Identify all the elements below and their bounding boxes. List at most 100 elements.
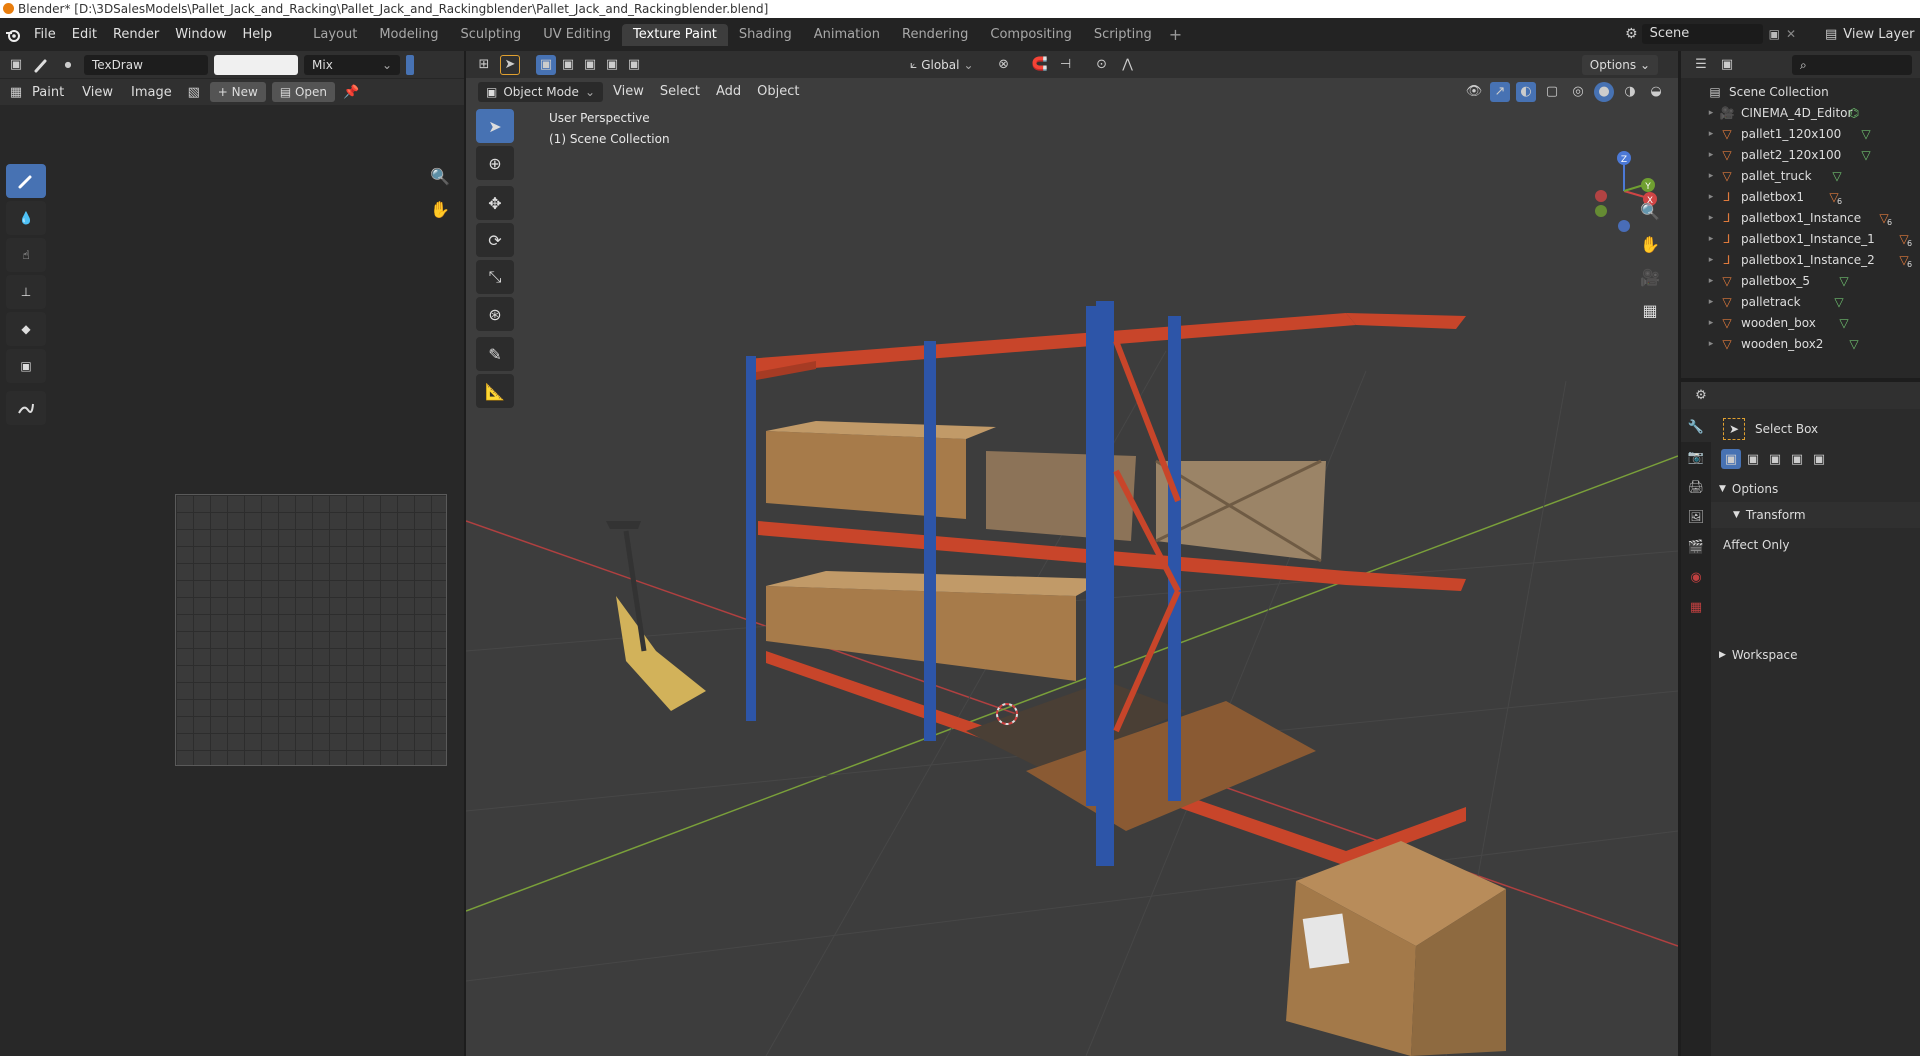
select-invert-icon[interactable]: ▣ <box>1787 449 1807 469</box>
remove-scene-icon[interactable]: ✕ <box>1786 27 1796 41</box>
editor-type-icon[interactable]: ☰ <box>1691 55 1711 75</box>
zoom-icon[interactable]: 🔍 <box>428 164 452 188</box>
draw-tool-icon[interactable] <box>6 164 46 198</box>
editor-type-icon[interactable]: ⚙ <box>1691 386 1711 406</box>
outliner-row[interactable]: ▸ ▽ palletbox_5 ▽ <box>1681 271 1920 292</box>
add-workspace-icon[interactable]: + <box>1163 24 1188 46</box>
wireframe-shading-icon[interactable]: ◎ <box>1568 82 1588 102</box>
snap-icon[interactable]: 🧲 <box>1030 55 1050 75</box>
uv-image-canvas[interactable] <box>175 494 447 766</box>
open-image-button[interactable]: ▤ Open <box>271 82 336 102</box>
tab-compositing[interactable]: Compositing <box>979 24 1083 46</box>
xray-icon[interactable]: ▢ <box>1542 82 1562 102</box>
display-mode-icon[interactable]: ▣ <box>1717 55 1737 75</box>
expand-arrow-icon[interactable]: ▸ <box>1705 166 1717 187</box>
outliner-row[interactable]: ▸ ▽ pallet1_120x100 ▽ <box>1681 124 1920 145</box>
solid-shading-icon[interactable]: ● <box>1594 81 1614 102</box>
mesh-data-icon[interactable]: ▽ <box>1831 295 1847 311</box>
proportional-edit-icon[interactable]: ⊙ <box>1092 55 1112 75</box>
measure-tool-icon[interactable]: 📐 <box>476 374 514 408</box>
pan-hand-icon[interactable]: ✋ <box>1638 232 1662 256</box>
fill-tool-icon[interactable]: ◆ <box>6 312 46 346</box>
pan-hand-icon[interactable]: ✋ <box>428 197 452 221</box>
move-tool-icon[interactable]: ✥ <box>476 186 514 220</box>
gizmo-icon[interactable]: ↗ <box>1490 81 1510 102</box>
transform-orientation-select[interactable]: ⟀ Global ⌄ <box>910 57 974 72</box>
paint-mode-select[interactable]: Paint <box>32 85 70 100</box>
select-extend-icon[interactable]: ▣ <box>558 55 578 75</box>
brush-name-field[interactable]: TexDraw <box>84 54 208 75</box>
menu-select[interactable]: Select <box>654 84 706 99</box>
blender-logo-icon[interactable] <box>0 22 26 48</box>
outliner-row[interactable]: ▸ ▽ wooden_box ▽ <box>1681 313 1920 334</box>
select-intersect-icon[interactable]: ▣ <box>1809 449 1829 469</box>
expand-arrow-icon[interactable]: ▸ <box>1705 124 1717 145</box>
editor-type-icon[interactable]: ⊞ <box>474 55 494 75</box>
zoom-icon[interactable]: 🔍 <box>1638 199 1662 223</box>
workspace-panel-header[interactable]: ▶ Workspace <box>1711 642 1920 668</box>
select-subtract-icon[interactable]: ▣ <box>1765 449 1785 469</box>
select-new-icon[interactable]: ▣ <box>1721 449 1741 469</box>
mesh-data-icon[interactable]: ▽ <box>1836 274 1852 290</box>
mesh-data-icon[interactable]: ▽ <box>1836 316 1852 332</box>
tab-modeling[interactable]: Modeling <box>368 24 449 46</box>
view-layer-tab-icon[interactable]: 🖼 <box>1681 502 1711 532</box>
outliner-row[interactable]: ▸ ▽ pallet_truck ▽ <box>1681 166 1920 187</box>
menu-view[interactable]: View <box>76 85 119 100</box>
transform-subpanel-header[interactable]: ▼ Transform <box>1711 502 1920 528</box>
select-intersect-icon[interactable]: ▣ <box>624 55 644 75</box>
options-button[interactable]: Options ⌄ <box>1581 54 1658 75</box>
new-scene-icon[interactable]: ▣ <box>1769 27 1780 41</box>
outliner-row[interactable]: ▸ ⅃ palletbox1_Instance_1 ▽ 6 <box>1681 229 1920 250</box>
outliner-search-input[interactable]: ⌕ <box>1792 54 1912 75</box>
expand-arrow-icon[interactable]: ▸ <box>1705 334 1717 355</box>
blend-mode-select[interactable]: Mix ⌄ <box>304 54 400 75</box>
transform-tool-icon[interactable]: ⊛ <box>476 297 514 331</box>
annotate-tool-icon[interactable] <box>6 391 46 425</box>
overlays-icon[interactable]: ◐ <box>1516 81 1536 102</box>
3d-viewport[interactable]: Z X Y ⊞ ➤ ▣ ▣ ▣ ▣ ▣ ⟀ Global ⌄ ⊗ 🧲 ⊣ ⊙ ⋀ <box>466 51 1678 1056</box>
snap-target-icon[interactable]: ⊣ <box>1056 55 1076 75</box>
texture-tab-icon[interactable]: ▦ <box>1681 592 1711 622</box>
camera-data-icon[interactable]: ⌬ <box>1846 106 1862 122</box>
select-extend-icon[interactable]: ▣ <box>1743 449 1763 469</box>
outliner-row[interactable]: ▸ ▽ pallet2_120x100 ▽ <box>1681 145 1920 166</box>
visibility-icon[interactable]: 👁 <box>1464 82 1484 102</box>
object-mode-select[interactable]: ▣ Object Mode ⌄ <box>478 81 603 102</box>
outliner-row[interactable]: ▸ ⅃ palletbox1 ▽ 6 <box>1681 187 1920 208</box>
mesh-data-icon[interactable]: ▽ <box>1858 127 1874 143</box>
select-box-tool-icon[interactable]: ➤ <box>476 109 514 143</box>
color-accent-swatch[interactable] <box>406 54 414 75</box>
outliner-row[interactable]: ▸ ▽ palletrack ▽ <box>1681 292 1920 313</box>
outliner-row[interactable]: ▸ ⅃ palletbox1_Instance ▽ 6 <box>1681 208 1920 229</box>
expand-arrow-icon[interactable]: ▸ <box>1705 103 1717 124</box>
cursor-tool-icon[interactable]: ⊕ <box>476 146 514 180</box>
expand-arrow-icon[interactable]: ▸ <box>1705 208 1717 229</box>
mask-tool-icon[interactable]: ▣ <box>6 349 46 383</box>
pin-icon[interactable]: 📌 <box>341 82 361 102</box>
scene-name-field[interactable]: Scene <box>1641 24 1763 44</box>
tab-rendering[interactable]: Rendering <box>891 24 979 46</box>
menu-window[interactable]: Window <box>167 24 234 46</box>
tab-sculpting[interactable]: Sculpting <box>449 24 532 46</box>
smear-tool-icon[interactable]: ☝ <box>6 238 46 272</box>
brush-icon[interactable] <box>32 55 52 75</box>
new-image-button[interactable]: + New <box>209 82 266 102</box>
render-tab-icon[interactable]: 📷 <box>1681 442 1711 472</box>
mesh-data-icon[interactable]: ▽ <box>1858 148 1874 164</box>
falloff-icon[interactable]: ⋀ <box>1118 55 1138 75</box>
menu-image[interactable]: Image <box>125 85 178 100</box>
select-tool-icon[interactable]: ➤ <box>500 54 520 75</box>
scene-selector[interactable]: ⚙ Scene ▣ ✕ <box>1625 23 1796 45</box>
material-shading-icon[interactable]: ◑ <box>1620 82 1640 102</box>
tab-scripting[interactable]: Scripting <box>1083 24 1163 46</box>
tool-tab-icon[interactable]: 🔧 <box>1681 412 1711 442</box>
scale-tool-icon[interactable]: ⤡ <box>476 260 514 294</box>
rendered-shading-icon[interactable]: ◒ <box>1646 82 1666 102</box>
clone-tool-icon[interactable]: ⊥ <box>6 275 46 309</box>
tab-animation[interactable]: Animation <box>803 24 891 46</box>
expand-arrow-icon[interactable]: ▸ <box>1705 187 1717 208</box>
menu-view[interactable]: View <box>607 84 650 99</box>
expand-arrow-icon[interactable]: ▸ <box>1705 250 1717 271</box>
soften-tool-icon[interactable]: 💧 <box>6 201 46 235</box>
